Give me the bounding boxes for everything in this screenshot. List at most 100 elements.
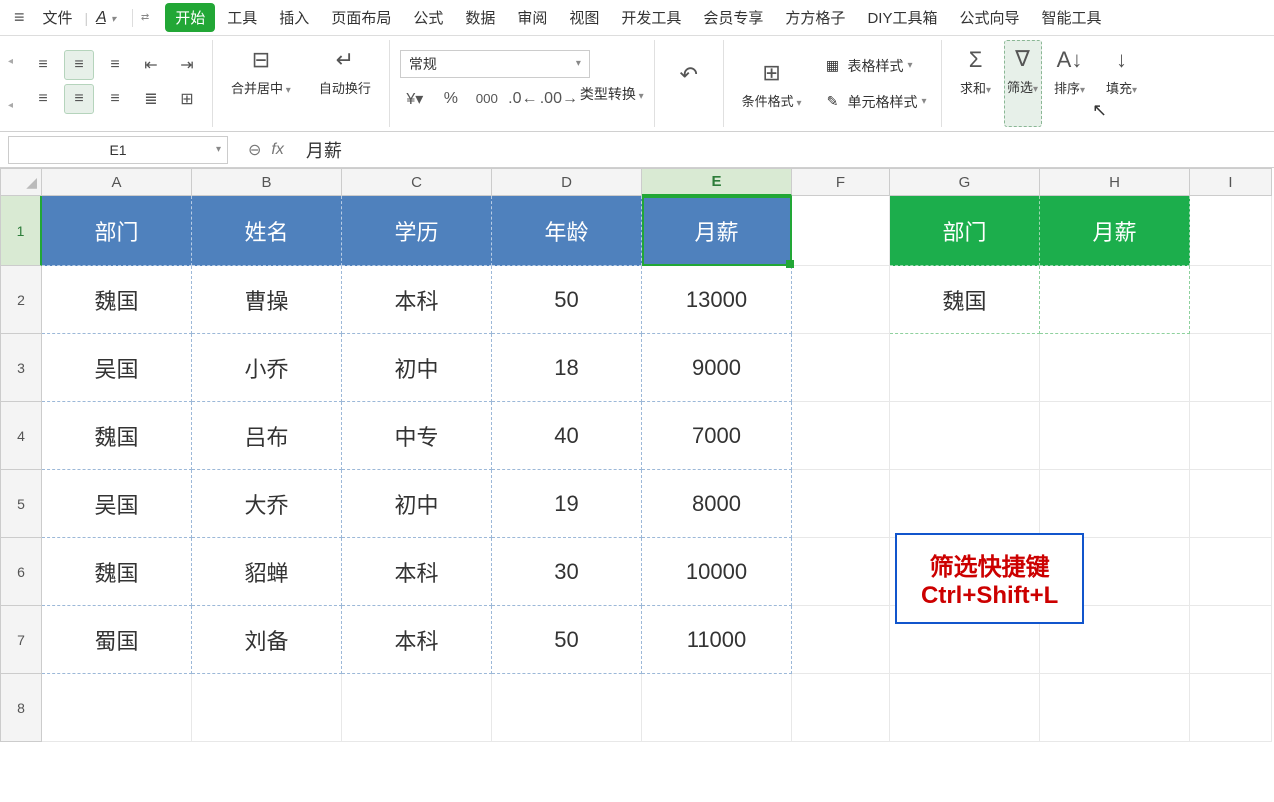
- cell[interactable]: [342, 674, 492, 742]
- wrap-button[interactable]: ↵ 自动换行: [311, 40, 379, 127]
- cell[interactable]: 姓名: [192, 196, 342, 266]
- cell[interactable]: [792, 538, 890, 606]
- cell[interactable]: [792, 470, 890, 538]
- cell[interactable]: [792, 606, 890, 674]
- cell[interactable]: [1190, 470, 1272, 538]
- cell[interactable]: 年龄: [492, 196, 642, 266]
- cell[interactable]: [1190, 402, 1272, 470]
- row-4[interactable]: 4: [0, 402, 42, 470]
- cell[interactable]: 8000: [642, 470, 792, 538]
- cell[interactable]: [890, 674, 1040, 742]
- table-style-button[interactable]: ▦表格样式 ▾: [817, 54, 930, 78]
- tab-formula[interactable]: 公式: [403, 3, 453, 32]
- cell[interactable]: [1040, 266, 1190, 334]
- cell[interactable]: 部门: [890, 196, 1040, 266]
- cell[interactable]: 13000: [642, 266, 792, 334]
- cell-style-button[interactable]: ✎单元格样式 ▾: [817, 90, 930, 114]
- tab-data[interactable]: 数据: [455, 3, 505, 32]
- cell[interactable]: [1040, 402, 1190, 470]
- cell[interactable]: [1190, 538, 1272, 606]
- type-convert-button[interactable]: 类型转换 ▾: [580, 84, 644, 114]
- cell[interactable]: 吴国: [42, 470, 192, 538]
- cell[interactable]: 19: [492, 470, 642, 538]
- cell[interactable]: [42, 674, 192, 742]
- fill-button[interactable]: ↓ 填充▾: [1098, 40, 1146, 127]
- row-2[interactable]: 2: [0, 266, 42, 334]
- cell[interactable]: 中专: [342, 402, 492, 470]
- number-format-select[interactable]: 常规▾: [400, 50, 590, 78]
- col-G[interactable]: G: [890, 168, 1040, 196]
- tab-ffgz[interactable]: 方方格子: [775, 3, 855, 32]
- orientation-icon[interactable]: ⊞: [172, 84, 202, 114]
- cell[interactable]: [890, 470, 1040, 538]
- col-F[interactable]: F: [792, 168, 890, 196]
- align-bottom-icon[interactable]: ≡: [100, 50, 130, 80]
- filter-button[interactable]: ∇ 筛选▾: [1004, 40, 1042, 127]
- tab-view[interactable]: 视图: [559, 3, 609, 32]
- cell[interactable]: [642, 674, 792, 742]
- cond-format-button[interactable]: ⊞ 条件格式 ▾: [734, 53, 810, 114]
- tab-dev[interactable]: 开发工具: [611, 3, 691, 32]
- col-C[interactable]: C: [342, 168, 492, 196]
- tab-insert[interactable]: 插入: [269, 3, 319, 32]
- cell[interactable]: 本科: [342, 606, 492, 674]
- cell[interactable]: 魏国: [890, 266, 1040, 334]
- cell[interactable]: [792, 196, 890, 266]
- cell[interactable]: 18: [492, 334, 642, 402]
- tab-smart[interactable]: 智能工具: [1031, 3, 1111, 32]
- col-E[interactable]: E: [642, 168, 792, 196]
- file-menu[interactable]: 文件: [35, 7, 81, 28]
- cell[interactable]: 吕布: [192, 402, 342, 470]
- dropdown-icon[interactable]: ⇄: [137, 12, 153, 23]
- cell[interactable]: 初中: [342, 334, 492, 402]
- row-1[interactable]: 1: [0, 196, 42, 266]
- cell[interactable]: 30: [492, 538, 642, 606]
- tab-fxguide[interactable]: 公式向导: [949, 3, 1029, 32]
- select-all-corner[interactable]: ◢: [0, 168, 42, 196]
- cell[interactable]: 11000: [642, 606, 792, 674]
- row-5[interactable]: 5: [0, 470, 42, 538]
- row-7[interactable]: 7: [0, 606, 42, 674]
- cell[interactable]: 魏国: [42, 538, 192, 606]
- cell[interactable]: 部门: [42, 196, 192, 266]
- cell[interactable]: [1040, 674, 1190, 742]
- cell[interactable]: [1190, 196, 1272, 266]
- cell[interactable]: 小乔: [192, 334, 342, 402]
- currency-icon[interactable]: ¥▾: [400, 84, 430, 114]
- col-B[interactable]: B: [192, 168, 342, 196]
- cell[interactable]: [1040, 334, 1190, 402]
- row-3[interactable]: 3: [0, 334, 42, 402]
- cell[interactable]: 本科: [342, 538, 492, 606]
- cell[interactable]: [792, 674, 890, 742]
- scroll-left-icon[interactable]: ◂: [8, 56, 18, 67]
- zoom-icon[interactable]: ⊖: [248, 140, 261, 160]
- merge-button[interactable]: ⊟ 合并居中 ▾: [223, 40, 299, 127]
- scroll-left-icon[interactable]: ◂: [8, 100, 18, 111]
- row-6[interactable]: 6: [0, 538, 42, 606]
- cell[interactable]: 50: [492, 266, 642, 334]
- fx-icon[interactable]: fx: [271, 141, 283, 159]
- cell[interactable]: 吴国: [42, 334, 192, 402]
- cell[interactable]: 月薪: [1040, 196, 1190, 266]
- cell[interactable]: 月薪: [642, 196, 792, 266]
- cell[interactable]: [1190, 334, 1272, 402]
- cell[interactable]: 10000: [642, 538, 792, 606]
- cell[interactable]: 魏国: [42, 402, 192, 470]
- cell[interactable]: 大乔: [192, 470, 342, 538]
- row-8[interactable]: 8: [0, 674, 42, 742]
- comma-icon[interactable]: 000: [472, 84, 502, 114]
- cell[interactable]: 9000: [642, 334, 792, 402]
- cell[interactable]: 50: [492, 606, 642, 674]
- cell[interactable]: [792, 334, 890, 402]
- indent-inc-icon[interactable]: ⇥: [172, 50, 202, 80]
- col-I[interactable]: I: [1190, 168, 1272, 196]
- align-right-icon[interactable]: ≡: [100, 84, 130, 114]
- cell[interactable]: 刘备: [192, 606, 342, 674]
- inc-decimal-icon[interactable]: .0←: [508, 84, 538, 114]
- cell[interactable]: 初中: [342, 470, 492, 538]
- sum-button[interactable]: Σ 求和▾: [952, 40, 1000, 127]
- formula-input[interactable]: 月薪: [296, 137, 1274, 163]
- cell[interactable]: 40: [492, 402, 642, 470]
- indent-dec-icon[interactable]: ⇤: [136, 50, 166, 80]
- cell[interactable]: [492, 674, 642, 742]
